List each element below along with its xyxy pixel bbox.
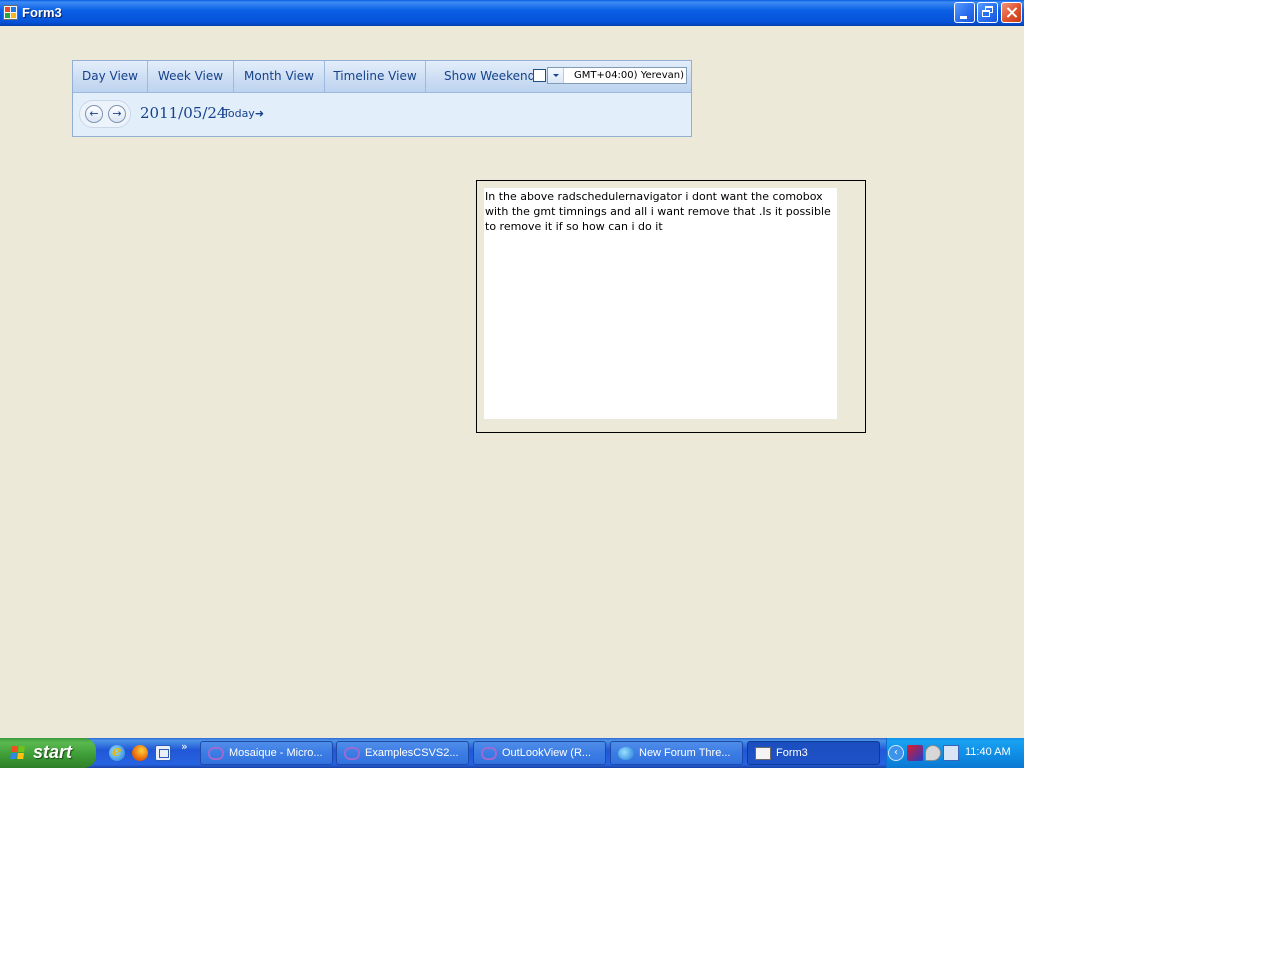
tab-day-view[interactable]: Day View	[73, 61, 148, 92]
current-date-label: 2011/05/24	[140, 104, 227, 122]
taskbar-item-label: ExamplesCSVS2...	[365, 747, 459, 759]
app-window-icon[interactable]	[3, 5, 18, 20]
tab-timeline-view[interactable]: Timeline View	[325, 61, 426, 92]
navigation-arrows-group: ← →	[79, 100, 131, 128]
minimize-button[interactable]	[954, 2, 975, 23]
date-navigation-bar: ← → 2011/05/24 Today➜	[73, 93, 691, 136]
quick-launch-more-button[interactable]: »	[181, 740, 188, 753]
restore-button[interactable]	[977, 2, 998, 23]
view-tab-strip: Day View Week View Month View Timeline V…	[73, 61, 691, 93]
tab-month-view[interactable]: Month View	[234, 61, 325, 92]
taskbar-item-label: OutLookView (R...	[502, 747, 592, 759]
note-textbox[interactable]: In the above radschedulernavigator i don…	[484, 188, 837, 419]
taskbar-item-label: Form3	[776, 747, 808, 759]
chevron-down-icon[interactable]	[548, 68, 564, 83]
minimize-icon	[960, 16, 967, 19]
tray-app-icon[interactable]	[907, 745, 923, 761]
taskbar-item-mosaique[interactable]: Mosaique - Micro...	[200, 741, 333, 765]
timezone-value: GMT+04:00) Yerevan)	[573, 70, 684, 81]
windows-logo-icon	[10, 746, 26, 760]
next-date-button[interactable]: →	[108, 105, 126, 123]
today-link[interactable]: Today➜	[223, 107, 264, 120]
visual-studio-icon	[208, 747, 224, 760]
taskbar-item-label: New Forum Thre...	[639, 747, 731, 759]
tab-week-view[interactable]: Week View	[148, 61, 234, 92]
timezone-combobox[interactable]: GMT+04:00) Yerevan)	[547, 67, 687, 84]
chat-bubble-icon[interactable]	[925, 745, 941, 761]
show-weekend-label: Show Weekend	[444, 69, 536, 83]
chevron-left-icon[interactable]: ‹	[888, 745, 904, 761]
show-desktop-icon[interactable]	[155, 745, 171, 761]
show-weekend-checkbox[interactable]	[533, 69, 546, 82]
today-label: Today	[223, 107, 255, 120]
taskbar: start » Mosaique - Micro... ExamplesCSVS…	[0, 738, 1024, 768]
clock[interactable]: 11:40 AM	[965, 746, 1011, 758]
taskbar-item-label: Mosaique - Micro...	[229, 747, 323, 759]
system-tray: ‹ 11:40 AM	[886, 738, 1024, 768]
taskbar-item-new-forum-thread[interactable]: New Forum Thre...	[610, 741, 743, 765]
previous-date-button[interactable]: ←	[85, 105, 103, 123]
internet-explorer-icon	[618, 747, 634, 760]
taskbar-item-outlookview[interactable]: OutLookView (R...	[473, 741, 606, 765]
window-title-bar[interactable]: Form3	[0, 0, 1024, 26]
network-icon[interactable]	[943, 745, 959, 761]
visual-studio-icon	[344, 747, 360, 760]
firefox-icon[interactable]	[132, 745, 148, 761]
arrow-right-icon: ➜	[254, 107, 265, 120]
start-button[interactable]: start	[0, 738, 96, 768]
taskbar-item-form3[interactable]: Form3	[747, 741, 880, 765]
start-label: start	[33, 742, 73, 762]
note-frame: In the above radschedulernavigator i don…	[476, 180, 866, 433]
window-title: Form3	[22, 5, 62, 20]
visual-studio-icon	[481, 747, 497, 760]
close-button[interactable]	[1001, 2, 1022, 23]
scheduler-navigator: Day View Week View Month View Timeline V…	[72, 60, 692, 137]
desktop-screen: Form3 Day View Week View Month View Time…	[0, 0, 1024, 768]
form-icon	[755, 747, 771, 760]
internet-explorer-icon[interactable]	[109, 742, 125, 761]
taskbar-item-examples[interactable]: ExamplesCSVS2...	[336, 741, 469, 765]
